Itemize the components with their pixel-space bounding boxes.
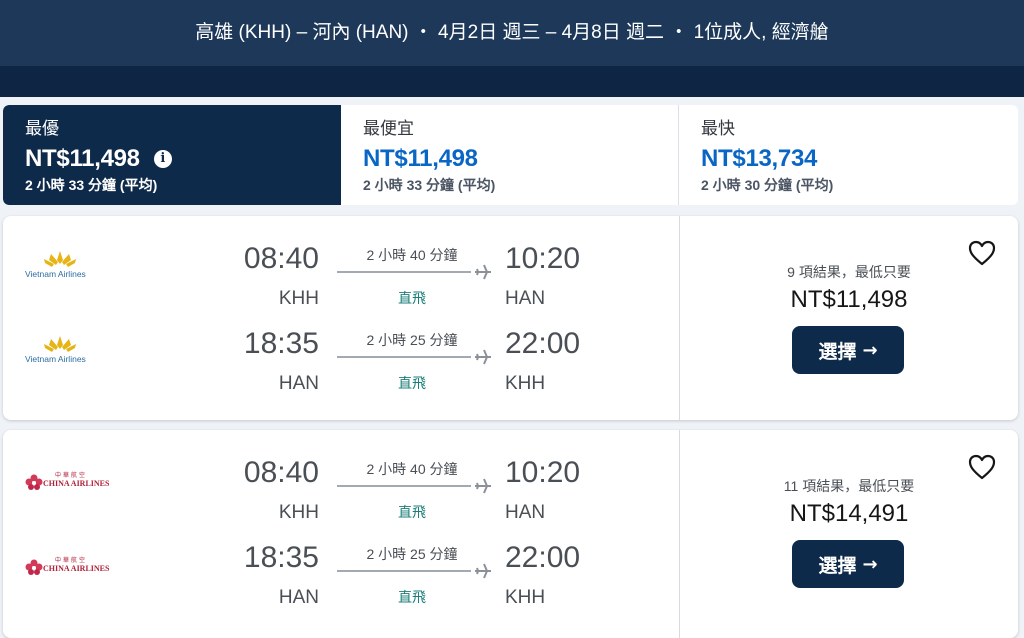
departure-time: 18:35 bbox=[243, 541, 319, 574]
sort-tabs: 最優 NT$11,498 i 2 小時 33 分鐘 (平均) 最便宜 NT$11… bbox=[3, 105, 1018, 205]
tab-duration: 2 小時 33 分鐘 (平均) bbox=[363, 177, 496, 193]
result-card[interactable]: Vietnam Airlines 08:40 KHH 2 小時 40 分鐘 直飛… bbox=[3, 216, 1018, 420]
tab-label: 最優 bbox=[25, 119, 59, 138]
results-count-text: 9 項結果，最低只要 bbox=[787, 264, 911, 280]
flight-leg-outbound: Vietnam Airlines 08:40 KHH 2 小時 40 分鐘 直飛… bbox=[3, 238, 679, 323]
departure-time: 18:35 bbox=[243, 327, 319, 360]
arrival-code: KHH bbox=[505, 373, 546, 394]
price-column: 11 項結果，最低只要 NT$14,491 選擇 → bbox=[680, 430, 1018, 638]
vietnam-airlines-logo: Vietnam Airlines bbox=[25, 250, 111, 284]
route-line bbox=[337, 570, 471, 572]
arrival-code: HAN bbox=[505, 502, 546, 523]
search-summary-header: 高雄 (KHH) – 河內 (HAN) ・ 4月2日 週三 – 4月8日 週二 … bbox=[0, 0, 1024, 97]
departure-time: 08:40 bbox=[243, 242, 319, 275]
select-button-label: 選擇 bbox=[818, 554, 857, 577]
select-button-label: 選擇 bbox=[818, 340, 857, 363]
china-airlines-logo: 中華航空 CHINA AIRLINES bbox=[25, 555, 111, 583]
plane-icon bbox=[475, 478, 491, 494]
tab-label: 最快 bbox=[701, 119, 735, 138]
tab-cheapest[interactable]: 最便宜 NT$11,498 2 小時 33 分鐘 (平均) bbox=[341, 105, 679, 205]
flight-duration: 2 小時 25 分鐘 bbox=[366, 546, 458, 562]
arrival-code: KHH bbox=[505, 587, 546, 608]
lowest-price: NT$11,498 bbox=[790, 286, 908, 313]
route-line bbox=[337, 271, 471, 273]
tab-best[interactable]: 最優 NT$11,498 i 2 小時 33 分鐘 (平均) bbox=[3, 105, 341, 205]
nonstop-label: 直飛 bbox=[398, 504, 426, 520]
tab-fastest[interactable]: 最快 NT$13,734 2 小時 30 分鐘 (平均) bbox=[679, 105, 1018, 205]
flight-duration: 2 小時 40 分鐘 bbox=[366, 247, 458, 263]
vietnam-airlines-logo: Vietnam Airlines bbox=[25, 335, 111, 369]
nonstop-label: 直飛 bbox=[398, 375, 426, 391]
plane-icon bbox=[475, 264, 491, 280]
results-count-text: 11 項結果，最低只要 bbox=[783, 478, 915, 494]
route-line bbox=[337, 356, 471, 358]
info-icon[interactable]: i bbox=[153, 150, 172, 168]
tab-price-value: NT$11,498 bbox=[25, 145, 140, 172]
arrow-right-icon: → bbox=[862, 553, 878, 575]
result-card[interactable]: 中華航空 CHINA AIRLINES 08:40 KHH 2 小時 40 分鐘… bbox=[3, 430, 1018, 638]
departure-code: HAN bbox=[278, 587, 319, 608]
search-summary-title[interactable]: 高雄 (KHH) – 河內 (HAN) ・ 4月2日 週三 – 4月8日 週二 … bbox=[0, 0, 1024, 66]
select-button[interactable]: 選擇 → bbox=[792, 326, 904, 374]
departure-code: KHH bbox=[278, 288, 319, 309]
departure-time: 08:40 bbox=[243, 456, 319, 489]
airline-native-name: 中華航空 bbox=[55, 557, 88, 564]
arrival-time: 22:00 bbox=[505, 541, 581, 574]
airline-name: Vietnam Airlines bbox=[25, 269, 86, 279]
flight-duration: 2 小時 40 分鐘 bbox=[366, 461, 458, 477]
plane-icon bbox=[475, 349, 491, 365]
airline-name: CHINA AIRLINES bbox=[43, 564, 110, 573]
flight-duration: 2 小時 25 分鐘 bbox=[366, 332, 458, 348]
nonstop-label: 直飛 bbox=[398, 589, 426, 605]
flight-leg-return: 中華航空 CHINA AIRLINES 18:35 HAN 2 小時 25 分鐘… bbox=[3, 537, 679, 622]
nonstop-label: 直飛 bbox=[398, 290, 426, 306]
departure-code: HAN bbox=[278, 373, 319, 394]
flight-leg-outbound: 中華航空 CHINA AIRLINES 08:40 KHH 2 小時 40 分鐘… bbox=[3, 452, 679, 537]
price-column: 9 項結果，最低只要 NT$11,498 選擇 → bbox=[680, 216, 1018, 420]
lowest-price: NT$14,491 bbox=[789, 500, 909, 527]
arrow-right-icon: → bbox=[862, 339, 878, 361]
arrival-code: HAN bbox=[505, 288, 546, 309]
tab-label: 最便宜 bbox=[363, 119, 414, 138]
tab-price: NT$11,498 i bbox=[25, 144, 341, 174]
departure-code: KHH bbox=[278, 502, 319, 523]
tab-price-value: NT$11,498 bbox=[363, 145, 478, 172]
lotus-icon bbox=[44, 336, 76, 352]
plum-blossom-icon bbox=[25, 474, 43, 490]
tab-duration: 2 小時 30 分鐘 (平均) bbox=[701, 177, 834, 193]
lotus-icon bbox=[44, 251, 76, 267]
arrival-time: 10:20 bbox=[505, 456, 581, 489]
header-bar bbox=[0, 66, 1024, 97]
route-line bbox=[337, 485, 471, 487]
plane-icon bbox=[475, 563, 491, 579]
arrival-time: 10:20 bbox=[505, 242, 581, 275]
airline-name: CHINA AIRLINES bbox=[43, 479, 110, 488]
tab-duration: 2 小時 33 分鐘 (平均) bbox=[25, 177, 158, 193]
tab-price-value: NT$13,734 bbox=[701, 145, 818, 172]
airline-native-name: 中華航空 bbox=[55, 472, 88, 479]
airline-name: Vietnam Airlines bbox=[25, 354, 86, 364]
arrival-time: 22:00 bbox=[505, 327, 581, 360]
flight-leg-return: Vietnam Airlines 18:35 HAN 2 小時 25 分鐘 直飛… bbox=[3, 323, 679, 408]
china-airlines-logo: 中華航空 CHINA AIRLINES bbox=[25, 470, 111, 498]
plum-blossom-icon bbox=[25, 559, 43, 575]
select-button[interactable]: 選擇 → bbox=[792, 540, 904, 588]
